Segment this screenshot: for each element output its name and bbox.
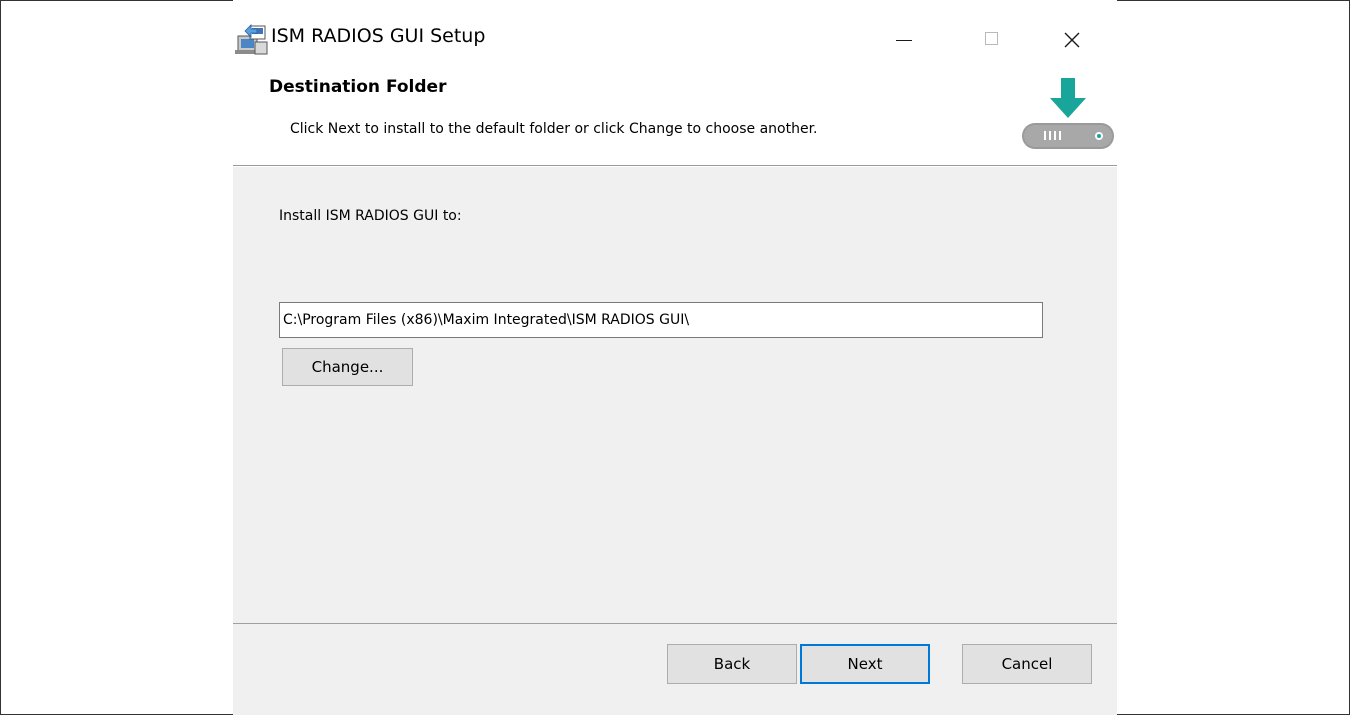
title-bar[interactable]: ISM RADIOS GUI Setup [233,0,1117,72]
setup-window: ISM RADIOS GUI Setup Destination Folder … [233,0,1117,715]
button-bar: Back Next Cancel [233,624,1117,715]
window-title: ISM RADIOS GUI Setup [271,25,486,47]
close-icon[interactable] [1052,20,1092,60]
maximize-icon [972,20,1012,60]
minimize-icon[interactable] [884,20,924,60]
next-button[interactable]: Next [800,644,930,684]
install-path-field[interactable] [279,302,1043,338]
page-description: Click Next to install to the default fol… [290,121,818,137]
installer-app-icon [235,24,268,55]
cancel-button[interactable]: Cancel [962,644,1092,684]
change-button[interactable]: Change... [282,348,413,386]
content-panel: Install ISM RADIOS GUI to: Change... [233,167,1117,623]
install-location-label: Install ISM RADIOS GUI to: [279,208,462,224]
disk-download-icon [1022,78,1114,149]
back-button[interactable]: Back [667,644,797,684]
page-heading: Destination Folder [269,77,447,97]
